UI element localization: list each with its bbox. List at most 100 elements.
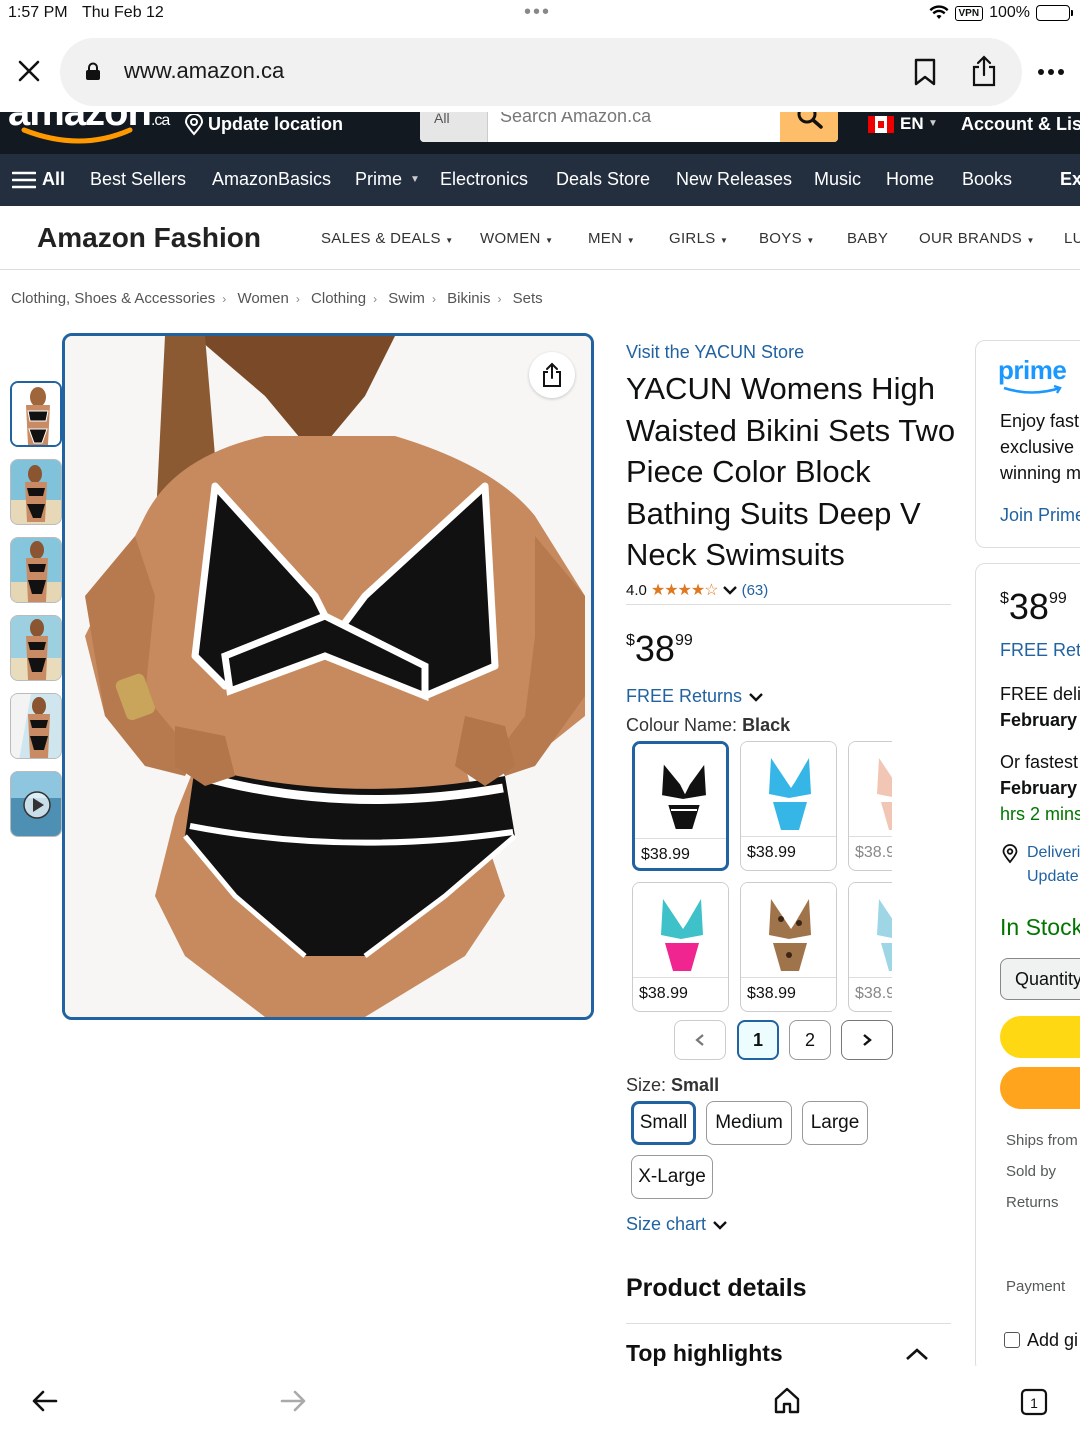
add-gift-label: Add gi	[1027, 1330, 1079, 1350]
add-to-cart-button[interactable]	[1000, 1016, 1080, 1058]
next-page-button[interactable]	[841, 1020, 893, 1060]
fashion-nav-girls[interactable]: GIRLS ▼	[669, 230, 728, 247]
breadcrumb-item[interactable]: Sets	[513, 290, 543, 307]
tabs-icon[interactable]: 1	[1020, 1388, 1048, 1416]
fashion-nav-men[interactable]: MEN ▼	[588, 230, 635, 247]
swatch-image	[741, 883, 836, 978]
breadcrumb-item[interactable]: Clothing	[311, 290, 366, 307]
search-category[interactable]: All	[420, 112, 488, 142]
close-icon[interactable]	[14, 56, 44, 86]
nav-electronics[interactable]: Electronics	[440, 169, 528, 190]
chevron-right-icon: ›	[222, 292, 227, 306]
chevron-down-icon	[749, 692, 763, 702]
quantity-dropdown[interactable]: Quantity	[1000, 958, 1080, 1000]
nav-music[interactable]: Music	[814, 169, 861, 190]
buy-box-price: $3899	[1000, 586, 1067, 627]
colour-swatch[interactable]: $38.99	[632, 882, 729, 1012]
colour-swatch[interactable]: $38.99	[740, 741, 837, 871]
page-2-button[interactable]: 2	[789, 1020, 831, 1060]
fashion-nav-our-brands[interactable]: OUR BRANDS ▼	[919, 230, 1035, 247]
image-thumbnail[interactable]	[10, 693, 62, 759]
image-thumbnail[interactable]	[10, 615, 62, 681]
forward-arrow-icon[interactable]	[280, 1390, 306, 1412]
size-option-small[interactable]: Small	[631, 1101, 696, 1145]
fashion-nav-boys[interactable]: BOYS ▼	[759, 230, 815, 247]
fashion-nav-women[interactable]: WOMEN ▼	[480, 230, 553, 247]
home-icon[interactable]	[773, 1386, 801, 1414]
nav-best-sellers[interactable]: Best Sellers	[90, 169, 186, 190]
buy-box-free-returns[interactable]: FREE Retu	[1000, 640, 1080, 661]
fashion-nav-baby[interactable]: BABY	[847, 230, 888, 247]
size-option-medium[interactable]: Medium	[706, 1101, 792, 1145]
breadcrumb-item[interactable]: Women	[237, 290, 288, 307]
search-bar[interactable]: All Search Amazon.ca	[420, 112, 838, 142]
breadcrumb-item[interactable]: Clothing, Shoes & Accessories	[11, 290, 215, 307]
colour-swatch[interactable]: $38.9	[848, 882, 892, 1012]
chevron-right-icon: ›	[497, 292, 502, 306]
amazon-smile-icon	[21, 127, 133, 144]
chevron-up-icon[interactable]	[904, 1346, 930, 1362]
colour-swatch[interactable]: $38.99	[740, 882, 837, 1012]
image-thumbnail[interactable]	[10, 381, 62, 447]
free-returns-link[interactable]: FREE Returns	[626, 686, 764, 707]
size-option-x-large[interactable]: X-Large	[631, 1155, 713, 1199]
ships-from-label: Ships from	[1006, 1132, 1078, 1149]
product-title: YACUN Womens High Waisted Bikini Sets Tw…	[626, 371, 956, 572]
colour-swatch[interactable]: $38.99	[632, 741, 729, 871]
amazon-fashion-logo[interactable]: Amazon Fashion	[37, 222, 261, 254]
size-chart-link[interactable]: Size chart	[626, 1214, 728, 1235]
top-highlights-section[interactable]: Top highlights	[626, 1340, 951, 1366]
prime-smile-icon	[1003, 385, 1062, 394]
share-icon[interactable]	[968, 54, 1000, 88]
share-icon[interactable]	[529, 352, 575, 398]
deliver-to-link[interactable]: Deliveri	[1027, 844, 1080, 862]
bookmark-icon[interactable]	[910, 56, 940, 88]
fashion-nav-sales-deals[interactable]: SALES & DEALS ▼	[321, 230, 453, 247]
size-option-large[interactable]: Large	[802, 1101, 868, 1145]
more-icon[interactable]	[1034, 60, 1068, 84]
search-input[interactable]: Search Amazon.ca	[500, 112, 651, 127]
nav-home[interactable]: Home	[886, 169, 934, 190]
search-button[interactable]	[780, 112, 838, 142]
nav-amazonbasics[interactable]: AmazonBasics	[212, 169, 331, 190]
main-product-image[interactable]	[62, 333, 594, 1020]
buy-now-button[interactable]	[1000, 1067, 1080, 1109]
account-lists-link[interactable]: Account & Lists	[961, 114, 1080, 135]
rating-row[interactable]: 4.0 ★★★★☆ (63)	[626, 580, 768, 600]
nav-deals-store[interactable]: Deals Store	[556, 169, 650, 190]
url-text[interactable]: www.amazon.ca	[124, 58, 284, 84]
multitask-dots-icon[interactable]: •••	[524, 2, 551, 22]
colour-swatch-grid: $38.99 $38.99 $38.9 $38.99 $38.99 $38.9	[630, 740, 892, 1012]
colour-swatch[interactable]: $38.9	[848, 741, 892, 871]
nav-ex[interactable]: Ex	[1060, 169, 1080, 190]
language-selector[interactable]: EN	[900, 114, 924, 134]
nav-new-releases[interactable]: New Releases	[676, 169, 792, 190]
fashion-nav-lu[interactable]: LU	[1064, 230, 1080, 247]
chevron-down-icon[interactable]	[722, 584, 738, 596]
product-price: $3899	[626, 628, 693, 669]
browser-toolbar: www.amazon.ca	[0, 36, 1080, 108]
chevron-right-icon: ›	[373, 292, 378, 306]
breadcrumb-item[interactable]: Bikinis	[447, 290, 490, 307]
gift-receipt-checkbox[interactable]	[1004, 1332, 1020, 1348]
nav-prime[interactable]: Prime	[355, 169, 402, 190]
back-arrow-icon[interactable]	[32, 1390, 58, 1412]
page-1-button[interactable]: 1	[737, 1020, 779, 1060]
update-location-link[interactable]: Update	[1027, 868, 1079, 886]
video-thumbnail[interactable]	[10, 771, 62, 837]
join-prime-link[interactable]: Join Prime	[1000, 505, 1080, 526]
divider	[626, 1323, 951, 1324]
update-location-link[interactable]: Update location	[208, 114, 343, 135]
image-thumbnail[interactable]	[10, 537, 62, 603]
image-thumbnail[interactable]	[10, 459, 62, 525]
swatch-image	[741, 742, 836, 837]
nav-all[interactable]: All	[42, 169, 65, 190]
hamburger-icon[interactable]	[12, 170, 36, 190]
size-value: Small	[671, 1075, 720, 1095]
previous-page-button[interactable]	[674, 1020, 726, 1060]
review-count[interactable]: (63)	[742, 582, 769, 599]
visit-store-link[interactable]: Visit the YACUN Store	[626, 342, 804, 363]
battery-icon	[1036, 5, 1073, 21]
breadcrumb-item[interactable]: Swim	[388, 290, 425, 307]
nav-books[interactable]: Books	[962, 169, 1012, 190]
